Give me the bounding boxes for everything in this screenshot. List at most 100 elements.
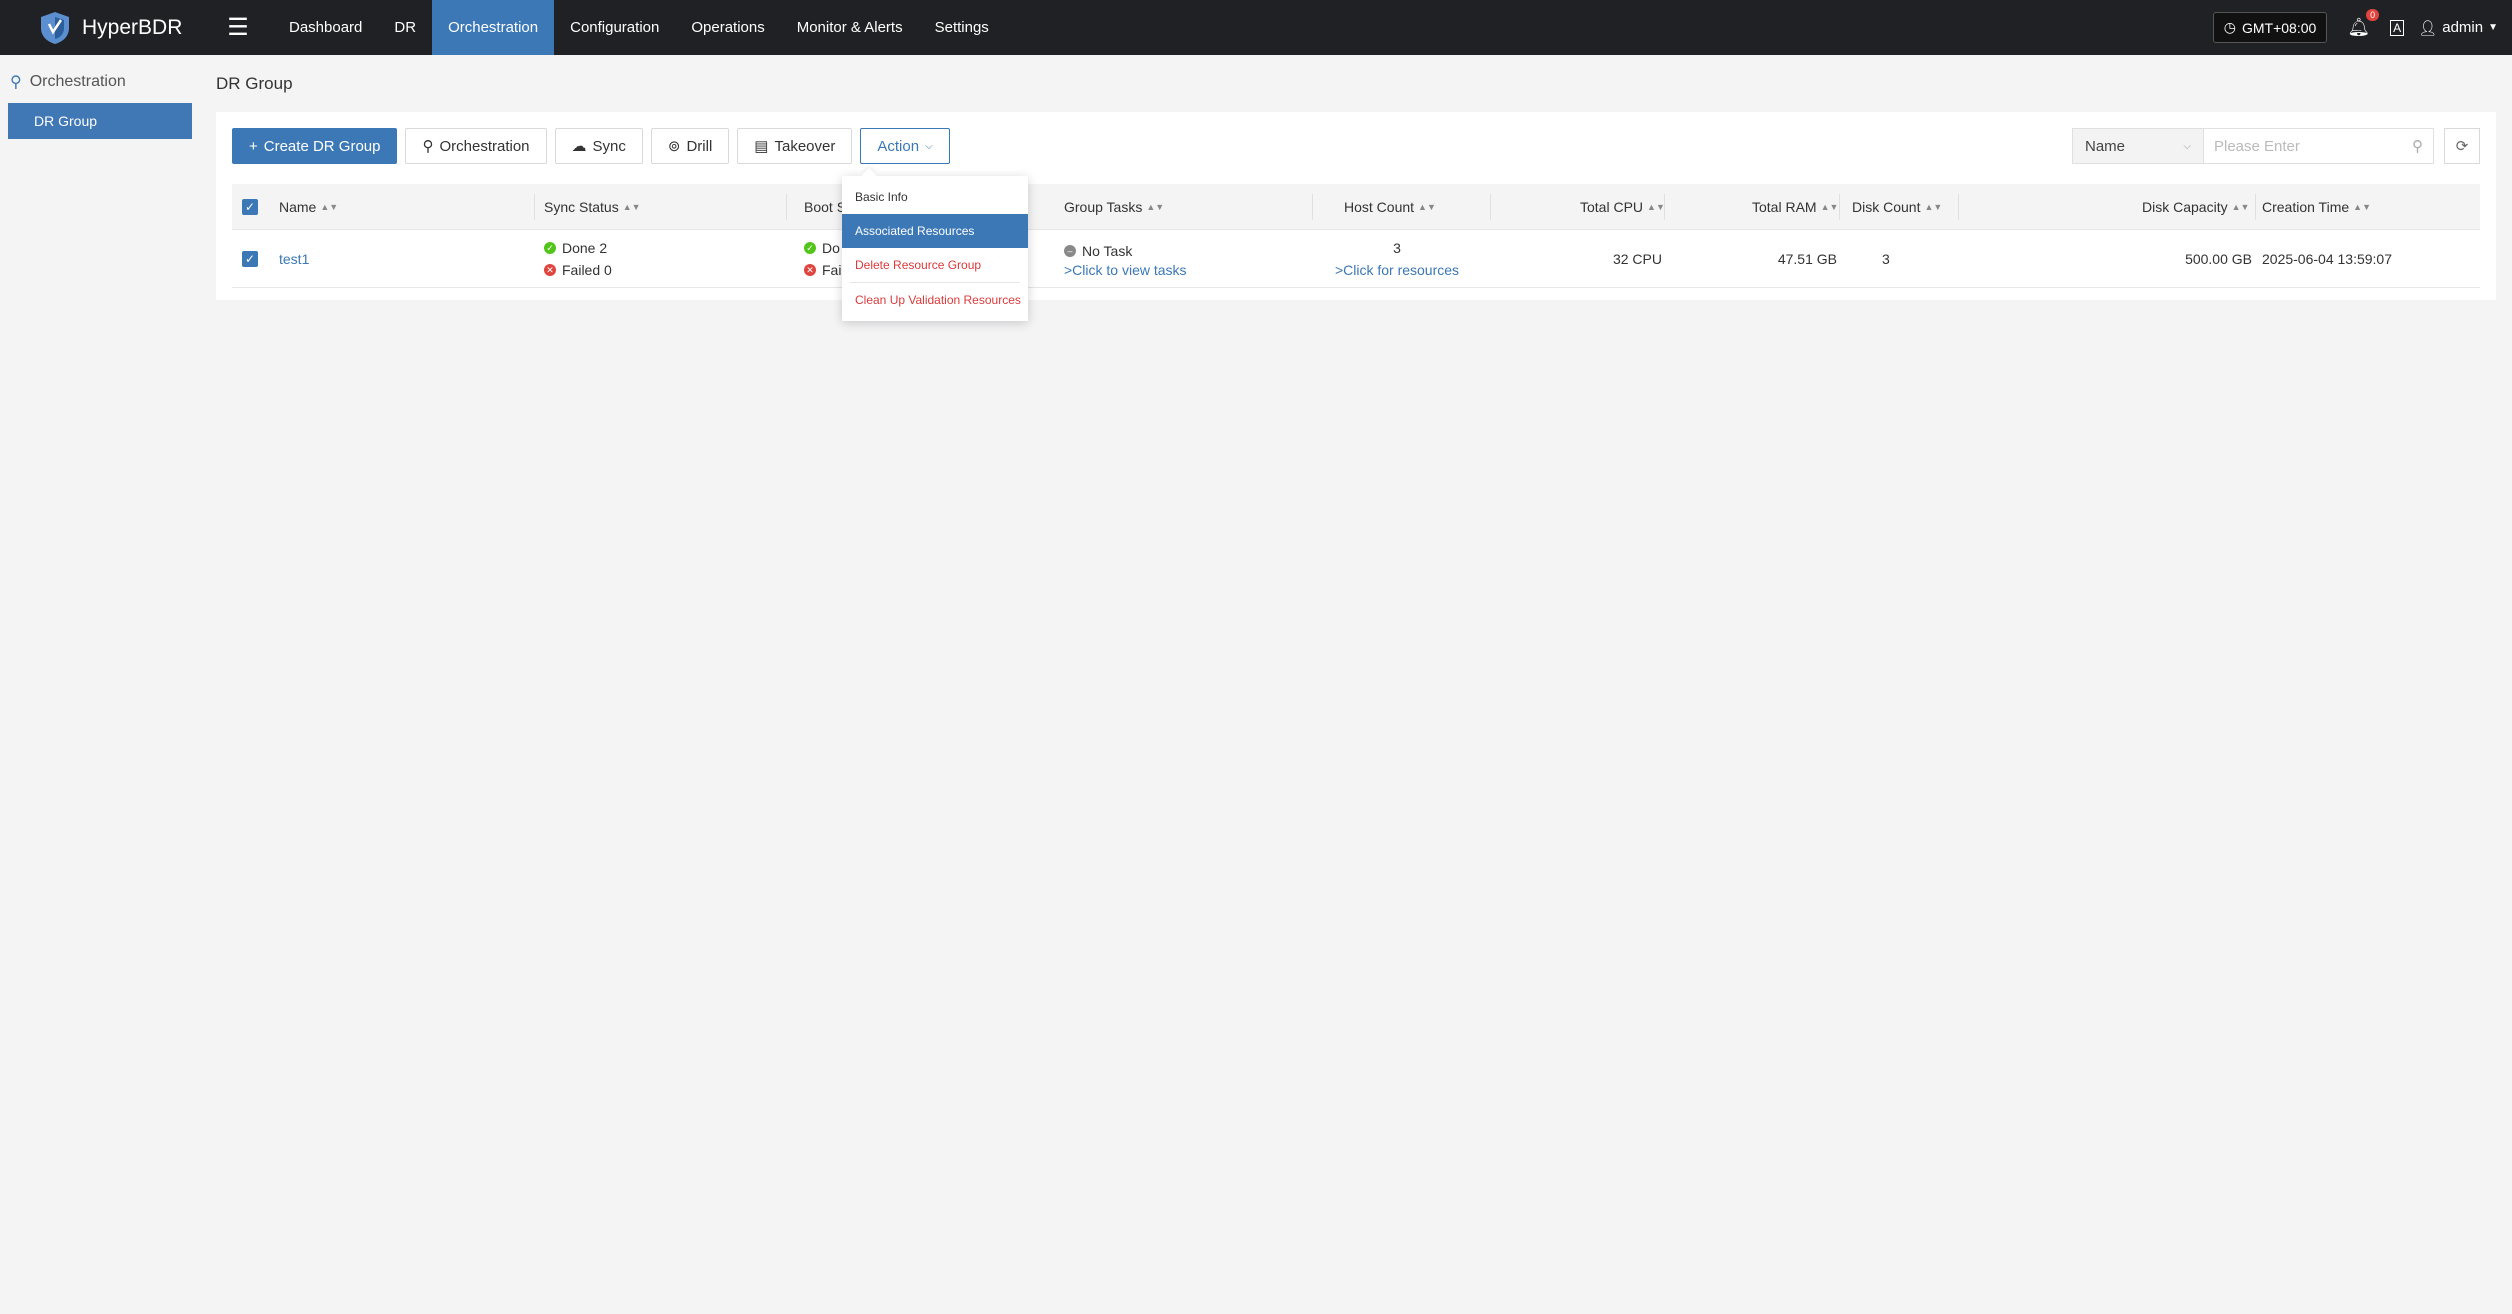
header-host-count[interactable]: Host Count ▲▼	[1344, 184, 1436, 229]
action-dropdown-button[interactable]: Action ⌵	[860, 128, 950, 164]
action-label: Action	[877, 137, 920, 155]
select-all-checkbox[interactable]: ✓	[242, 184, 258, 229]
search-field-select[interactable]: Name ⌵	[2072, 128, 2204, 164]
success-check-icon: ✓	[544, 241, 556, 254]
chevron-down-icon: ⌵	[925, 140, 933, 152]
sync-failed: Failed 0	[562, 261, 612, 278]
sidebar-item-dr-group[interactable]: DR Group	[8, 103, 192, 139]
language-icon[interactable]: A	[2390, 19, 2405, 36]
table-row: ✓ test1 ✓ Done 2 ✕ Failed 0 ✓ Do ✕ Fail – No …	[232, 230, 2480, 288]
menu-item-delete-resource-group[interactable]: Delete Resource Group	[842, 248, 1028, 282]
sort-icon: ▲▼	[1820, 201, 1839, 212]
menu-item-clean-up-validation-resources[interactable]: Clean Up Validation Resources	[842, 283, 1028, 317]
sort-icon: ▲▼	[2353, 201, 2371, 212]
sidebar: ⚲ Orchestration DR Group	[0, 55, 200, 139]
hamburger-menu-icon[interactable]: ☰	[218, 13, 258, 42]
dr-group-card: + Create DR Group ⚲ Orchestration ☁ Sync…	[216, 112, 2496, 300]
create-dr-group-button[interactable]: + Create DR Group	[232, 128, 398, 164]
drill-label: Drill	[686, 137, 713, 155]
nav-right: ◷ GMT+08:00 🔔︎ 0 A 👤︎ admin ▼	[2212, 0, 2512, 55]
refresh-button[interactable]: ⟳	[2444, 128, 2480, 164]
header-boot-status[interactable]: Boot S	[804, 184, 846, 229]
nav-dashboard[interactable]: Dashboard	[273, 0, 378, 55]
sort-icon: ▲▼	[1647, 201, 1665, 212]
task-status: No Task	[1082, 242, 1133, 259]
header-group-tasks[interactable]: Group Tasks ▲▼	[1064, 184, 1164, 229]
timezone-button[interactable]: ◷ GMT+08:00	[2212, 12, 2328, 43]
top-navbar: HyperBDR ☰ Dashboard DR Orchestration Co…	[0, 0, 2512, 55]
plus-icon: +	[249, 137, 258, 155]
header-name[interactable]: Name ▲▼	[279, 184, 338, 229]
sidebar-section-label: Orchestration	[29, 73, 126, 90]
search-placeholder: Please Enter	[2214, 137, 2300, 155]
view-tasks-link[interactable]: >Click to view tasks	[1064, 262, 1187, 278]
nav-monitor-alerts[interactable]: Monitor & Alerts	[781, 0, 919, 55]
refresh-icon: ⟳	[2455, 138, 2469, 155]
sync-status-cell: ✓ Done 2 ✕ Failed 0	[544, 230, 612, 287]
user-menu[interactable]: 👤︎ admin ▼	[2418, 19, 2498, 37]
host-count-cell: 3 >Click for resources	[1332, 230, 1462, 287]
notification-badge: 0	[2366, 9, 2380, 21]
create-dr-group-label: Create DR Group	[263, 137, 381, 155]
cloud-sync-icon: ☁	[571, 138, 587, 155]
timezone-label: GMT+08:00	[2241, 19, 2317, 36]
takeover-label: Takeover	[774, 137, 836, 155]
hyperbdr-logo-icon	[41, 11, 69, 44]
chevron-down-icon: ⌵	[2183, 140, 2191, 152]
main-nav: Dashboard DR Orchestration Configuration…	[273, 0, 1005, 55]
search-field-value: Name	[2085, 137, 2126, 155]
user-icon: 👤︎	[2418, 19, 2438, 37]
orchestration-icon: ⚲	[10, 74, 22, 91]
page-title: DR Group	[216, 74, 293, 93]
sort-icon: ▲▼	[1418, 201, 1436, 212]
sync-label: Sync	[592, 137, 626, 155]
disk-capacity: 500.00 GB	[2185, 250, 2252, 267]
header-total-cpu[interactable]: Total CPU ▲▼	[1580, 184, 1665, 229]
dr-group-table: ✓ Name ▲▼ Sync Status ▲▼ Boot S Group Task…	[232, 184, 2480, 288]
drill-button[interactable]: ⊚ Drill	[650, 128, 730, 164]
table-header: ✓ Name ▲▼ Sync Status ▲▼ Boot S Group Task…	[232, 184, 2480, 230]
header-disk-capacity[interactable]: Disk Capacity ▲▼	[2142, 184, 2249, 229]
search-icon[interactable]: ⚲	[2412, 137, 2423, 155]
sync-done: Done 2	[562, 239, 608, 256]
menu-item-associated-resources[interactable]: Associated Resources	[842, 214, 1028, 248]
boot-status-cell: ✓ Do ✕ Fail	[804, 230, 845, 287]
boot-done: Do	[822, 239, 840, 256]
nav-dr[interactable]: DR	[378, 0, 432, 55]
header-sync-status[interactable]: Sync Status ▲▼	[544, 184, 641, 229]
minus-icon: –	[1064, 244, 1076, 257]
nav-configuration[interactable]: Configuration	[554, 0, 675, 55]
brand[interactable]: HyperBDR	[38, 10, 188, 46]
sort-icon: ▲▼	[1146, 201, 1165, 212]
toolbar: + Create DR Group ⚲ Orchestration ☁ Sync…	[232, 128, 950, 164]
view-resources-link[interactable]: >Click for resources	[1335, 259, 1459, 281]
search-bar: Name ⌵ Please Enter ⚲	[2072, 128, 2434, 164]
action-dropdown-menu: Basic Info Associated Resources Delete R…	[842, 176, 1028, 321]
orchestration-label: Orchestration	[439, 137, 530, 155]
drill-icon: ⊚	[667, 138, 681, 155]
nav-settings[interactable]: Settings	[919, 0, 1005, 55]
orchestration-button[interactable]: ⚲ Orchestration	[405, 128, 547, 164]
success-check-icon: ✓	[804, 241, 816, 254]
nav-operations[interactable]: Operations	[675, 0, 780, 55]
sort-icon: ▲▼	[622, 201, 641, 212]
header-creation-time[interactable]: Creation Time ▲▼	[2262, 184, 2371, 229]
nav-orchestration[interactable]: Orchestration	[432, 0, 555, 55]
header-total-ram[interactable]: Total RAM ▲▼	[1752, 184, 1838, 229]
app-name: HyperBDR	[82, 15, 183, 39]
sidebar-section-orchestration[interactable]: ⚲ Orchestration	[0, 67, 200, 97]
menu-item-basic-info[interactable]: Basic Info	[842, 180, 1028, 214]
takeover-button[interactable]: ▤ Takeover	[737, 128, 853, 164]
sort-icon: ▲▼	[2231, 201, 2250, 212]
row-checkbox[interactable]: ✓	[242, 230, 258, 287]
header-disk-count[interactable]: Disk Count ▲▼	[1852, 184, 1942, 229]
total-cpu: 32 CPU	[1612, 250, 1662, 267]
sync-button[interactable]: ☁ Sync	[554, 128, 643, 164]
group-tasks-cell: – No Task >Click to view tasks	[1064, 230, 1187, 287]
notifications-bell-icon[interactable]: 🔔︎ 0	[2347, 9, 2380, 38]
error-x-icon: ✕	[804, 263, 816, 276]
username: admin	[2442, 19, 2484, 36]
search-input[interactable]: Please Enter ⚲	[2204, 128, 2434, 164]
group-name-link[interactable]: test1	[279, 251, 309, 267]
error-x-icon: ✕	[544, 263, 556, 276]
